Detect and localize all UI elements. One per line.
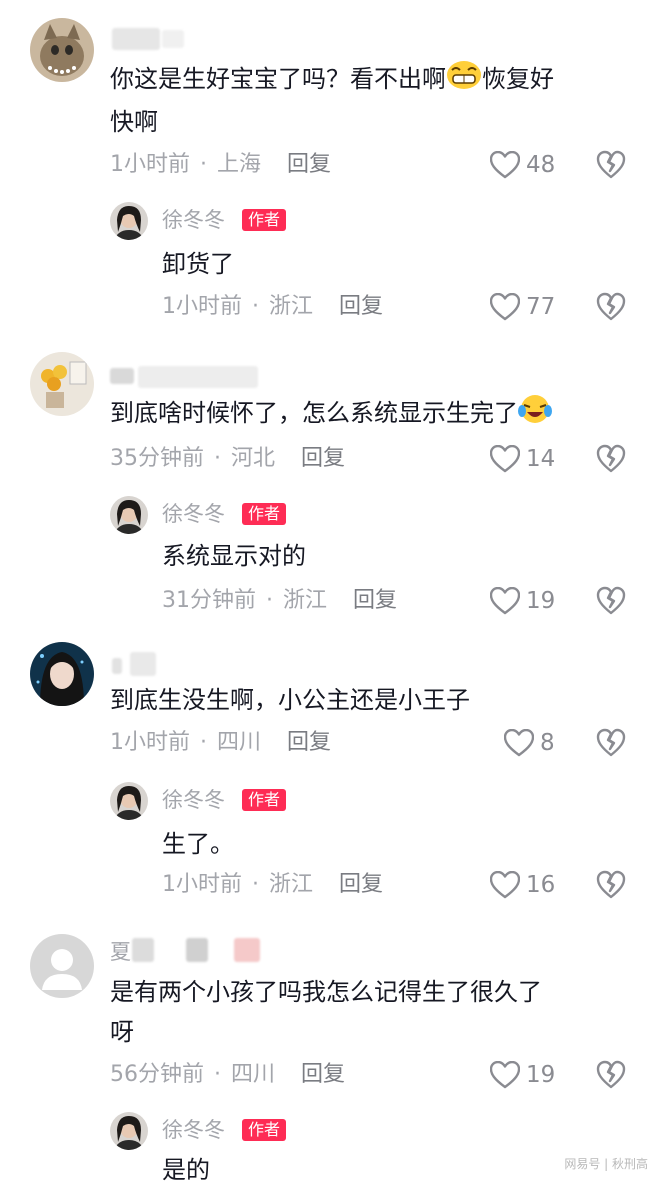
reply-text: 系统显示对的 <box>162 542 306 570</box>
reply-meta: 1小时前 · 浙江 回复 <box>162 872 384 897</box>
comment-text: 是有两个小孩了吗我怎么记得生了很久了 <box>110 978 542 1006</box>
author-name[interactable]: 徐冬冬 <box>162 500 225 528</box>
like-button[interactable]: 8 <box>504 728 555 758</box>
blurred-username <box>234 938 260 962</box>
like-count: 48 <box>526 152 556 178</box>
comment-text-line2: 快啊 <box>110 108 158 136</box>
blurred-username[interactable] <box>112 28 160 50</box>
heart-outline-icon <box>490 871 520 899</box>
author-name[interactable]: 徐冬冬 <box>162 1116 225 1144</box>
timestamp: 1小时前 <box>110 152 190 177</box>
author-name[interactable]: 徐冬冬 <box>162 786 225 814</box>
heart-outline-icon <box>490 587 520 615</box>
broken-heart-icon[interactable] <box>596 1060 626 1090</box>
crying-laughing-emoji <box>518 394 552 434</box>
reply-text: 是的 <box>162 1156 210 1184</box>
broken-heart-icon[interactable] <box>596 870 626 900</box>
heart-outline-icon <box>490 151 520 179</box>
blurred-username <box>162 30 184 48</box>
location: 河北 <box>231 446 276 471</box>
like-count: 77 <box>526 294 556 320</box>
author-badge: 作者 <box>242 503 287 525</box>
blurred-username[interactable] <box>112 658 122 674</box>
reply-meta: 31分钟前 · 浙江 回复 <box>162 588 398 613</box>
blurred-username <box>130 652 156 676</box>
timestamp: 1小时前 <box>162 294 242 319</box>
comment-meta: 1小时前 · 四川 回复 <box>110 730 332 755</box>
reply-button[interactable]: 回复 <box>301 446 345 471</box>
reply-button[interactable]: 回复 <box>287 730 331 755</box>
timestamp: 56分钟前 <box>110 1062 204 1087</box>
timestamp: 35分钟前 <box>110 446 204 471</box>
location: 浙江 <box>269 872 314 897</box>
like-count: 16 <box>526 872 556 898</box>
reply-text: 卸货了 <box>162 250 234 278</box>
like-button[interactable]: 14 <box>490 444 555 474</box>
author-avatar[interactable] <box>110 1112 148 1150</box>
cat-avatar[interactable] <box>30 18 94 82</box>
blurred-username[interactable] <box>110 368 134 384</box>
broken-heart-icon[interactable] <box>596 444 626 474</box>
like-button[interactable]: 16 <box>490 870 555 900</box>
reply-text: 生了。 <box>162 830 234 858</box>
reply-button[interactable]: 回复 <box>353 588 397 613</box>
comment-text-line2: 呀 <box>110 1018 134 1046</box>
heart-outline-icon <box>504 729 534 757</box>
comment-text: 到底生没生啊，小公主还是小王子 <box>110 686 470 714</box>
broken-heart-icon[interactable] <box>596 150 626 180</box>
comment-meta: 1小时前 · 上海 回复 <box>110 152 332 177</box>
timestamp: 31分钟前 <box>162 588 256 613</box>
reply-meta: 1小时前 · 浙江 回复 <box>162 294 384 319</box>
reply-button[interactable]: 回复 <box>287 152 331 177</box>
location: 上海 <box>217 152 262 177</box>
author-avatar[interactable] <box>110 496 148 534</box>
author-badge: 作者 <box>242 789 287 811</box>
comment-meta: 56分钟前 · 四川 回复 <box>110 1062 346 1087</box>
timestamp: 1小时前 <box>110 730 190 755</box>
like-button[interactable]: 77 <box>490 292 555 322</box>
like-count: 14 <box>526 446 556 472</box>
broken-heart-icon[interactable] <box>596 586 626 616</box>
author-avatar[interactable] <box>110 202 148 240</box>
flower-avatar[interactable] <box>30 352 94 416</box>
author-name[interactable]: 徐冬冬 <box>162 206 225 234</box>
blurred-username <box>186 938 208 962</box>
like-count: 19 <box>526 1062 556 1088</box>
username[interactable]: 夏 <box>110 938 131 966</box>
heart-outline-icon <box>490 293 520 321</box>
blurred-username <box>138 366 258 388</box>
watermark: 网易号 | 秋刑高 <box>564 1157 648 1171</box>
comment-text: 你这是生好宝宝了吗？看不出啊 恢复好 <box>110 60 630 100</box>
blurred-username <box>132 938 154 962</box>
portrait-avatar[interactable] <box>30 642 94 706</box>
like-button[interactable]: 19 <box>490 1060 555 1090</box>
timestamp: 1小时前 <box>162 872 242 897</box>
comment-text: 到底啥时候怀了，怎么系统显示生完了 <box>110 394 640 434</box>
like-button[interactable]: 48 <box>490 150 555 180</box>
heart-outline-icon <box>490 1061 520 1089</box>
broken-heart-icon[interactable] <box>596 292 626 322</box>
author-badge: 作者 <box>242 1119 287 1141</box>
like-count: 19 <box>526 588 556 614</box>
reply-button[interactable]: 回复 <box>301 1062 345 1087</box>
grinning-face-emoji <box>446 60 482 100</box>
reply-button[interactable]: 回复 <box>339 294 383 319</box>
author-avatar[interactable] <box>110 782 148 820</box>
author-badge: 作者 <box>242 209 287 231</box>
location: 四川 <box>231 1062 276 1087</box>
like-count: 8 <box>540 730 555 756</box>
location: 浙江 <box>283 588 328 613</box>
like-button[interactable]: 19 <box>490 586 555 616</box>
location: 四川 <box>217 730 262 755</box>
reply-button[interactable]: 回复 <box>339 872 383 897</box>
comment-meta: 35分钟前 · 河北 回复 <box>110 446 346 471</box>
heart-outline-icon <box>490 445 520 473</box>
broken-heart-icon[interactable] <box>596 728 626 758</box>
default-avatar-icon[interactable] <box>30 934 94 998</box>
location: 浙江 <box>269 294 314 319</box>
